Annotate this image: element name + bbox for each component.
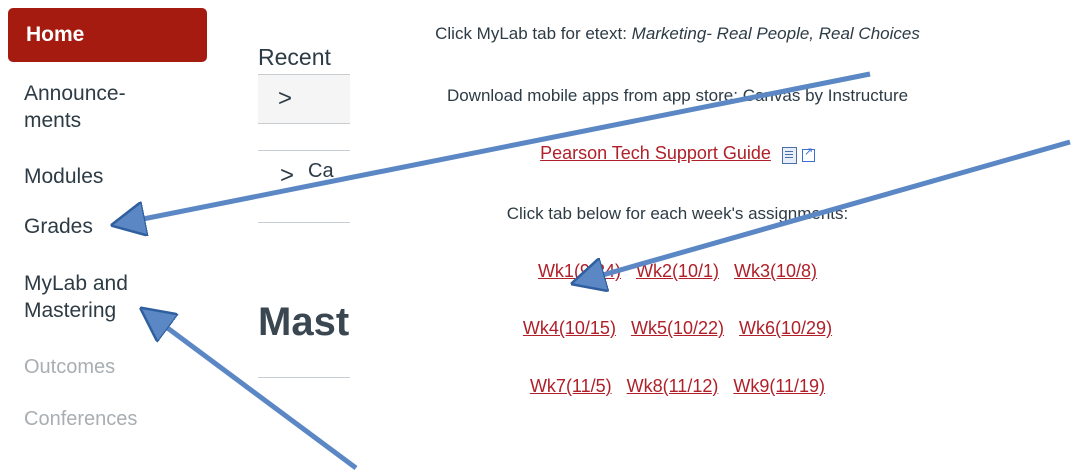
- nav-conferences: Conferences: [24, 408, 138, 430]
- week-6-link[interactable]: Wk6(10/29): [739, 318, 832, 338]
- nav-modules[interactable]: Modules: [24, 163, 103, 190]
- mylab-etext-line: Click MyLab tab for etext: Marketing- Re…: [350, 24, 1005, 44]
- guide-icons: [781, 144, 815, 165]
- course-navigation: Home Announce- ments Modules Grades MyLa…: [0, 0, 215, 472]
- nav-outcomes: Outcomes: [24, 356, 116, 378]
- pearson-guide-link[interactable]: Pearson Tech Support Guide: [540, 143, 771, 163]
- section-title: Mast: [258, 300, 350, 344]
- nav-home[interactable]: Home: [8, 8, 207, 62]
- week-9-link[interactable]: Wk9(11/19): [733, 376, 825, 396]
- chevron-right-icon[interactable]: >: [280, 162, 294, 190]
- week-links-row-2: Wk4(10/15) Wk5(10/22) Wk6(10/29): [350, 318, 1005, 339]
- guide-line: Pearson Tech Support Guide: [350, 143, 1005, 165]
- week-links-row-1: Wk1(9/24) Wk2(10/1) Wk3(10/8): [350, 261, 1005, 282]
- week-2-link[interactable]: Wk2(10/1): [636, 261, 719, 281]
- week-1-link[interactable]: Wk1(9/24): [538, 261, 621, 281]
- week-8-link[interactable]: Wk8(11/12): [627, 376, 719, 396]
- recent-section-title: Recent: [258, 44, 331, 70]
- nav-home-label: Home: [26, 23, 85, 46]
- course-home-overlay: Click MyLab tab for etext: Marketing- Re…: [350, 0, 1075, 472]
- week-4-link[interactable]: Wk4(10/15): [523, 318, 616, 338]
- course-content-background: Recent > V > Ca Mast: [230, 0, 381, 472]
- mobile-apps-line: Download mobile apps from app store: Can…: [446, 86, 909, 105]
- week-3-link[interactable]: Wk3(10/8): [734, 261, 817, 281]
- recent-row-2-text: Ca: [308, 160, 334, 182]
- chevron-right-icon: >: [278, 85, 293, 112]
- week-7-link[interactable]: Wk7(11/5): [530, 376, 612, 396]
- etext-title: Marketing- Real People, Real Choices: [631, 24, 920, 43]
- external-link-icon[interactable]: [801, 145, 815, 162]
- week-links-row-3: Wk7(11/5) Wk8(11/12) Wk9(11/19): [350, 376, 1005, 397]
- mylab-etext-prefix: Click MyLab tab for etext:: [435, 24, 632, 43]
- week-5-link[interactable]: Wk5(10/22): [631, 318, 724, 338]
- nav-announcements[interactable]: Announce- ments: [24, 80, 126, 134]
- nav-mylab-mastering[interactable]: MyLab and Mastering: [24, 270, 128, 324]
- nav-grades[interactable]: Grades: [24, 213, 93, 240]
- document-icon[interactable]: [781, 146, 797, 164]
- weeks-instructions: Click tab below for each week's assignme…: [506, 204, 849, 223]
